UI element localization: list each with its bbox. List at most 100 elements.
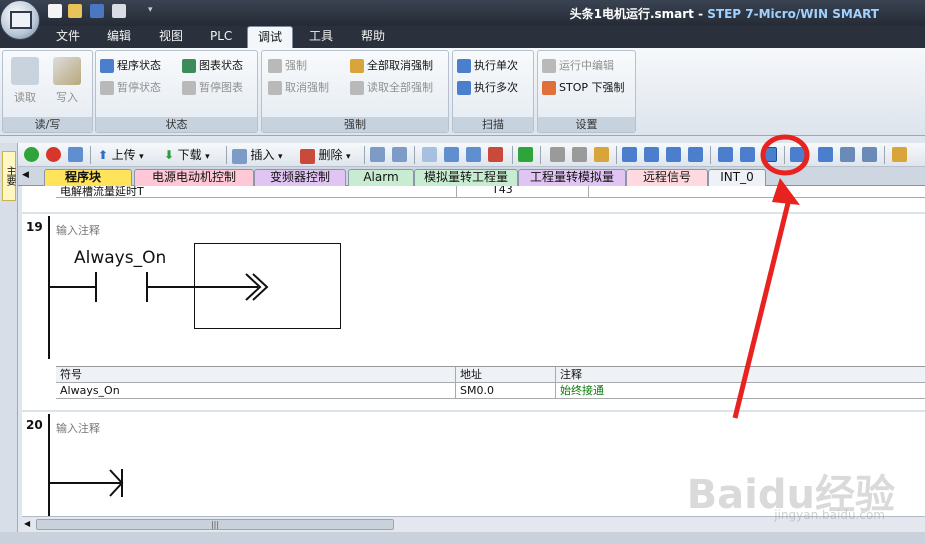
application-menu-button[interactable] xyxy=(0,0,40,40)
tab-plc[interactable]: PLC xyxy=(200,26,242,48)
edit-comment-icon[interactable] xyxy=(840,147,855,162)
save-icon[interactable] xyxy=(90,4,104,18)
network-end-arrow-icon xyxy=(109,469,124,497)
toolbar-separator xyxy=(512,146,513,164)
doc-tab-program-block[interactable]: 程序块 × xyxy=(44,169,143,186)
tab-view[interactable]: 视图 xyxy=(149,26,193,48)
program-status-button[interactable]: 程序状态 xyxy=(100,57,161,73)
tab-file[interactable]: 文件 xyxy=(46,26,90,48)
doc-tab-analog-to-eng[interactable]: 模拟量转工程量 xyxy=(414,169,518,186)
insert-button[interactable]: 插入 ▾ xyxy=(232,147,283,164)
empty-box-instruction[interactable] xyxy=(194,243,341,329)
scrollbar-thumb[interactable]: ||| xyxy=(36,519,394,530)
network-number[interactable]: 19 xyxy=(26,220,43,234)
runtime-edit-icon xyxy=(542,59,556,73)
run-icon[interactable] xyxy=(24,147,39,162)
line-right-icon[interactable] xyxy=(688,147,703,162)
doc-tab-int0[interactable]: INT_0 xyxy=(708,169,766,186)
comment-cell: 始终接通 xyxy=(560,384,604,397)
symbol-cell: Always_On xyxy=(56,383,456,399)
doc-tab-motor-control[interactable]: 电源电动机控制 xyxy=(134,169,254,186)
new-file-icon[interactable] xyxy=(48,4,62,18)
network-divider xyxy=(22,410,925,412)
toolbar-separator xyxy=(226,146,227,164)
contact-label[interactable]: Always_On xyxy=(74,248,166,268)
app-logo-icon xyxy=(10,11,32,29)
network-number[interactable]: 20 xyxy=(26,418,43,432)
group-read-write-label: 读/写 xyxy=(3,117,92,132)
stop-force-label: STOP 下强制 xyxy=(559,81,625,94)
group-read-write: 读取 写入 读/写 xyxy=(2,50,93,133)
coil-icon[interactable] xyxy=(740,147,755,162)
tab-edit[interactable]: 编辑 xyxy=(97,26,141,48)
lock-icon[interactable] xyxy=(550,147,565,162)
single-scan-button[interactable]: 执行单次 xyxy=(457,57,518,73)
branch-up-icon[interactable] xyxy=(644,147,659,162)
go-to-icon[interactable] xyxy=(518,147,533,162)
download-button[interactable]: ⬇ 下载 ▾ xyxy=(164,147,210,163)
bookmark-next-icon[interactable] xyxy=(392,147,407,162)
symbol-table-icon[interactable] xyxy=(818,147,833,162)
main-pane-tab[interactable]: 主要 xyxy=(2,151,16,201)
upload-button[interactable]: ⬆ 上传 ▾ xyxy=(98,147,144,163)
compile-icon[interactable] xyxy=(68,147,83,162)
unforce-label: 取消强制 xyxy=(285,81,329,94)
unforce-button[interactable]: 取消强制 xyxy=(268,79,329,95)
status-bar xyxy=(0,532,925,544)
pause-status-button[interactable]: 暂停状态 xyxy=(100,79,161,95)
window-title: 头条1电机运行.smart - STEP 7-Micro/WIN SMART xyxy=(570,5,879,22)
network-down-icon[interactable] xyxy=(466,147,481,162)
network-up-icon[interactable] xyxy=(444,147,459,162)
document-tab-bar: ◀ 程序块 × 电源电动机控制 变频器控制 Alarm 模拟量转工程量 工程量转… xyxy=(18,167,925,186)
branch-down-icon[interactable] xyxy=(622,147,637,162)
force-button[interactable]: 强制 xyxy=(268,57,307,73)
print-icon[interactable] xyxy=(112,4,126,18)
read-all-forced-button[interactable]: 读取全部强制 xyxy=(350,79,433,95)
network-delete-icon[interactable] xyxy=(488,147,503,162)
tab-debug[interactable]: 调试 xyxy=(247,26,294,48)
doc-tab-remote-signal[interactable]: 远程信号 xyxy=(626,169,708,186)
doc-tab-eng-to-analog[interactable]: 工程量转模拟量 xyxy=(518,169,626,186)
pause-status-icon xyxy=(100,81,114,95)
tab-help[interactable]: 帮助 xyxy=(351,26,395,48)
contact-icon[interactable] xyxy=(718,147,733,162)
header-comment: 注释 xyxy=(560,368,582,381)
force-all-icon[interactable] xyxy=(594,147,609,162)
quick-access-dropdown-icon[interactable]: ▾ xyxy=(148,5,153,15)
key-icon[interactable] xyxy=(892,147,907,162)
network-comment[interactable]: 输入注释 xyxy=(56,222,100,238)
write-button[interactable]: 写入 xyxy=(47,53,87,105)
line-up-icon[interactable] xyxy=(666,147,681,162)
bookmark-icon[interactable] xyxy=(370,147,385,162)
open-folder-icon[interactable] xyxy=(68,4,82,18)
insert-box-icon[interactable] xyxy=(790,147,805,162)
network-comment[interactable]: 输入注释 xyxy=(56,420,100,436)
title-separator: - xyxy=(693,7,708,21)
stop-icon[interactable] xyxy=(46,147,61,162)
stop-force-button[interactable]: STOP 下强制 xyxy=(542,79,625,95)
network-box-icon[interactable] xyxy=(422,147,437,162)
box-instruction-icon[interactable] xyxy=(762,147,777,162)
read-button[interactable]: 读取 xyxy=(5,53,45,105)
delete-button[interactable]: 删除 ▾ xyxy=(300,147,351,164)
scroll-left-icon[interactable]: ◀ xyxy=(24,519,30,528)
runtime-edit-button[interactable]: 运行中编辑 xyxy=(542,57,614,73)
unforce-all-button[interactable]: 全部取消强制 xyxy=(350,57,433,73)
upload-label: 上传 xyxy=(111,148,136,162)
force-label: 强制 xyxy=(285,59,307,72)
upload-dropdown-icon[interactable]: ▾ xyxy=(139,152,144,162)
download-dropdown-icon[interactable]: ▾ xyxy=(205,152,210,162)
chart-status-button[interactable]: 图表状态 xyxy=(182,57,243,73)
properties-icon[interactable] xyxy=(862,147,877,162)
tab-tools[interactable]: 工具 xyxy=(299,26,343,48)
cell-divider xyxy=(456,186,457,198)
pause-chart-label: 暂停图表 xyxy=(199,81,243,94)
delete-dropdown-icon[interactable]: ▾ xyxy=(346,152,351,162)
insert-dropdown-icon[interactable]: ▾ xyxy=(278,152,283,162)
pause-chart-button[interactable]: 暂停图表 xyxy=(182,79,243,95)
doc-tab-alarm[interactable]: Alarm xyxy=(348,169,414,186)
unlock-icon[interactable] xyxy=(572,147,587,162)
tab-scroll-left-icon[interactable]: ◀ xyxy=(22,170,29,180)
multiple-scan-button[interactable]: 执行多次 xyxy=(457,79,518,95)
doc-tab-vfd-control[interactable]: 变频器控制 xyxy=(254,169,346,186)
